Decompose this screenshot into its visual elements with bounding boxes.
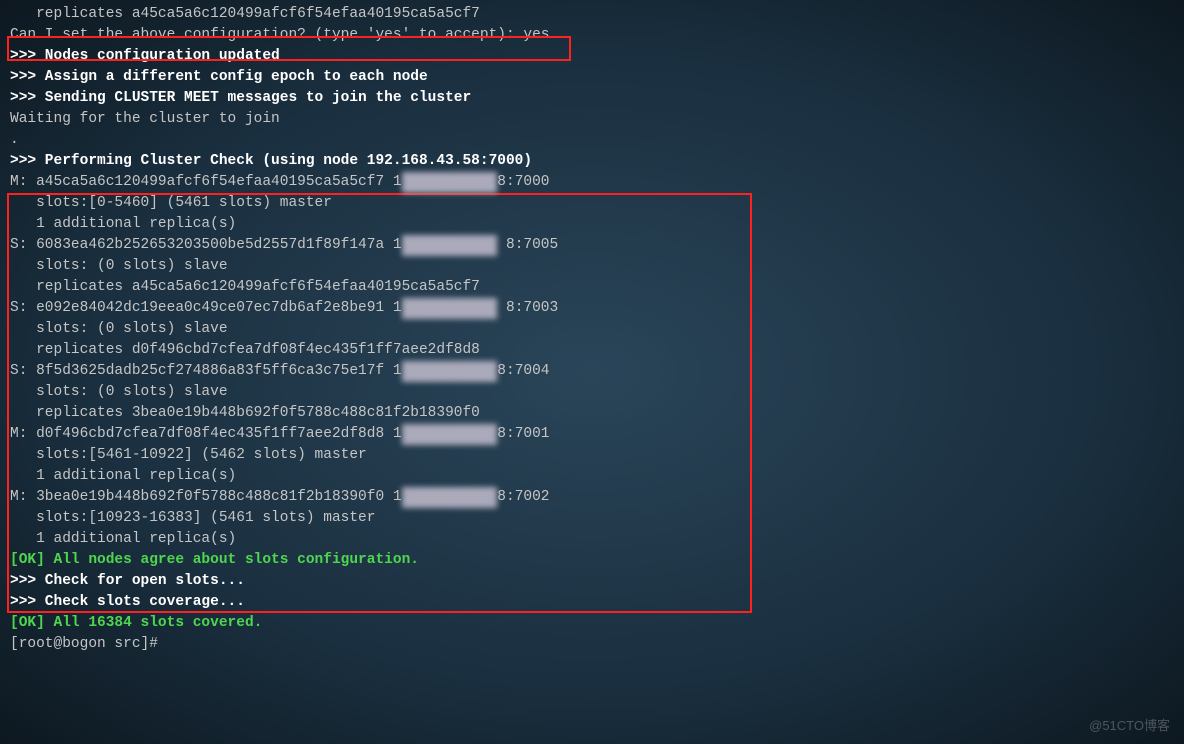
output-ok-slots-covered: [OK] All 16384 slots covered. bbox=[10, 613, 1174, 634]
watermark-51cto: @51CTO博客 bbox=[1089, 715, 1170, 736]
shell-prompt[interactable]: [root@bogon src]# bbox=[10, 634, 1174, 655]
output-cluster-meet: >>> Sending CLUSTER MEET messages to joi… bbox=[10, 88, 1174, 109]
output-waiting: Waiting for the cluster to join bbox=[10, 109, 1174, 130]
output-cluster-check-header: >>> Performing Cluster Check (using node… bbox=[10, 151, 1174, 172]
highlight-box-cluster-check bbox=[7, 193, 752, 613]
output-replicates: replicates a45ca5a6c120499afcf6f54efaa40… bbox=[10, 4, 1174, 25]
node-master-7000: M: a45ca5a6c120499afcf6f54efaa40195ca5a5… bbox=[10, 172, 1174, 193]
output-dot: . bbox=[10, 130, 1174, 151]
highlight-box-config-prompt bbox=[7, 36, 571, 61]
output-assign-epoch: >>> Assign a different config epoch to e… bbox=[10, 67, 1174, 88]
